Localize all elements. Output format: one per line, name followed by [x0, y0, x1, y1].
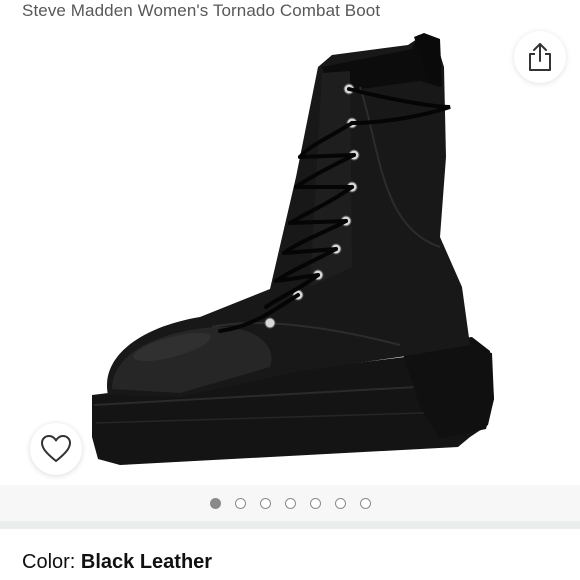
carousel-dot-7[interactable]: [359, 497, 371, 509]
section-divider: [0, 521, 580, 529]
share-icon: [529, 43, 551, 71]
product-image-gallery[interactable]: [0, 27, 580, 485]
share-button[interactable]: [514, 31, 566, 83]
product-image: [92, 33, 494, 465]
heart-icon: [41, 435, 71, 462]
carousel-dot-2[interactable]: [234, 497, 246, 509]
carousel-dot-6[interactable]: [334, 497, 346, 509]
carousel-dot-5[interactable]: [309, 497, 321, 509]
color-value: Black Leather: [80, 551, 213, 573]
image-carousel-indicator: [0, 485, 580, 521]
carousel-dot-3[interactable]: [259, 497, 271, 509]
color-selector[interactable]: Color: Black Leather: [22, 551, 212, 574]
carousel-dot-1[interactable]: [209, 497, 221, 509]
product-title: Steve Madden Women's Tornado Combat Boot: [22, 1, 381, 20]
color-label: Color:: [22, 551, 81, 573]
wishlist-button[interactable]: [30, 423, 82, 475]
carousel-dot-4[interactable]: [284, 497, 296, 509]
